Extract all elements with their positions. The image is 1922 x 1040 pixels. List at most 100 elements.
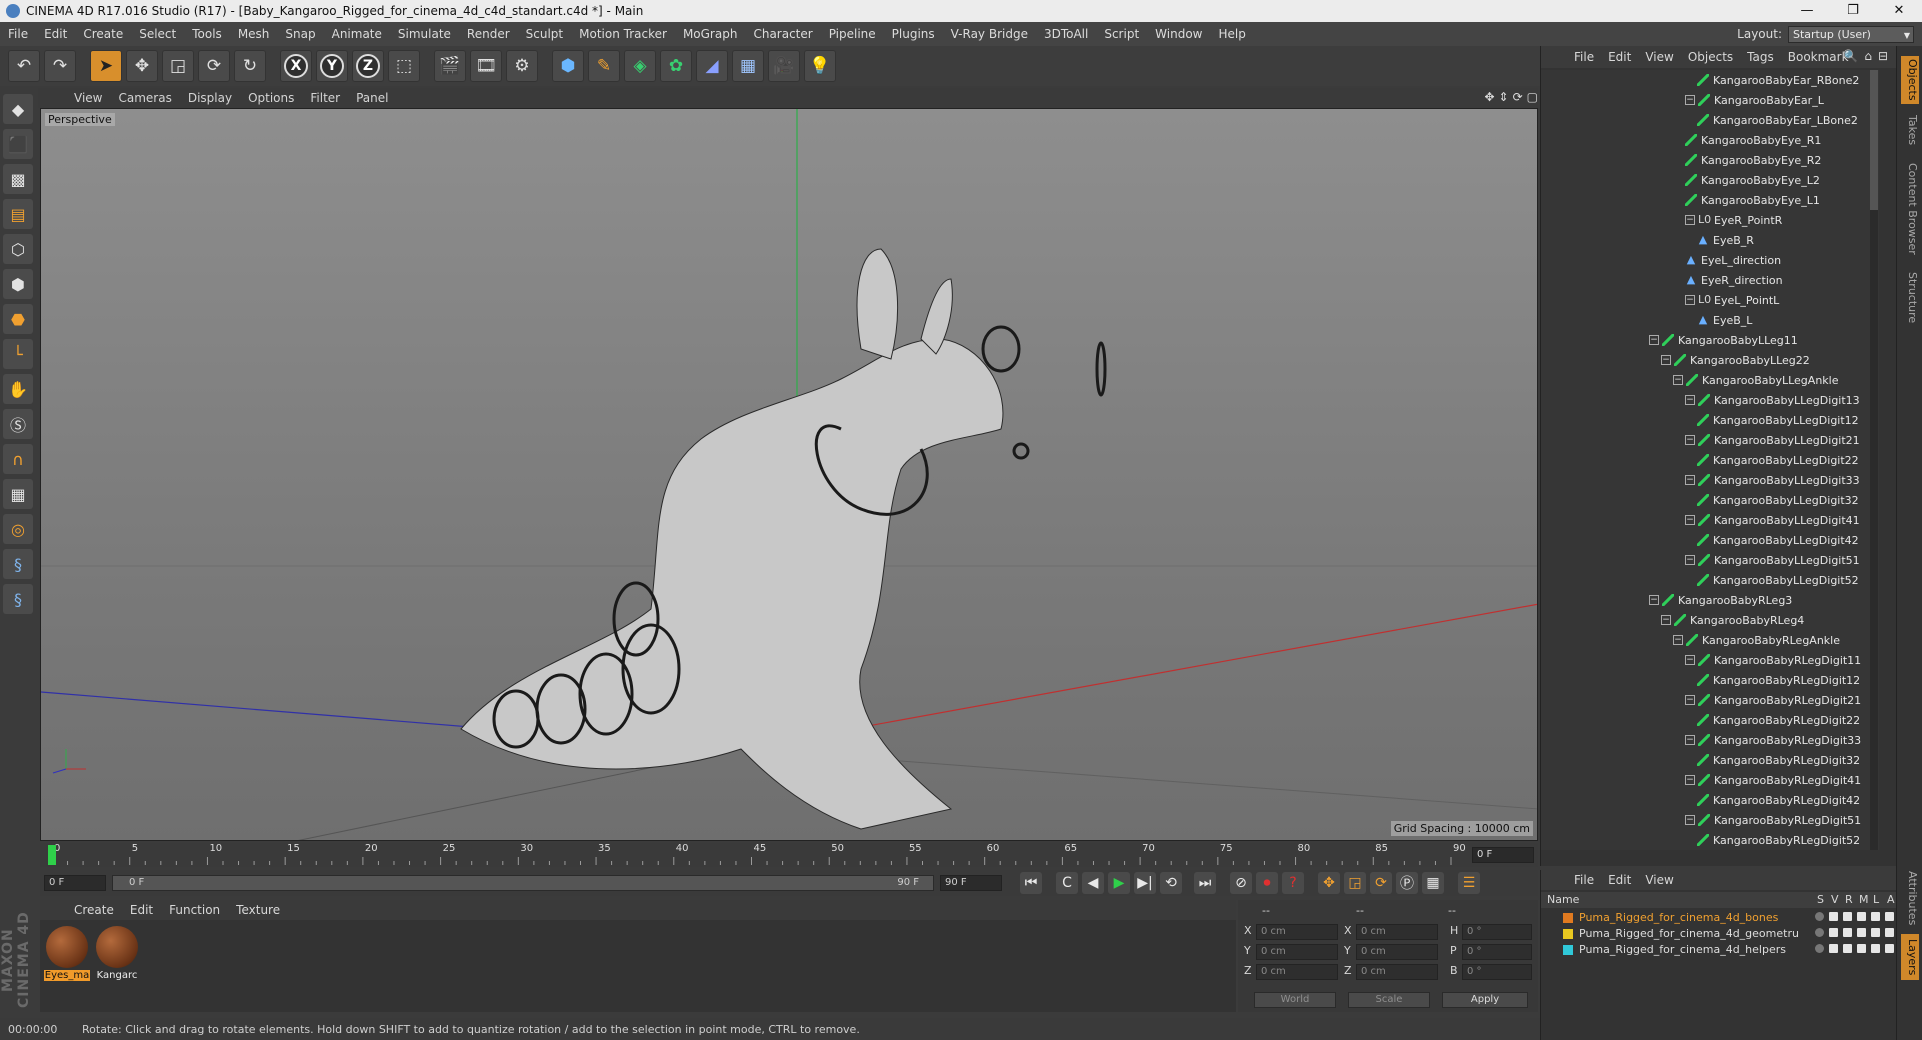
maximize-button[interactable]: ❐ <box>1830 0 1876 22</box>
viewport-perspective[interactable]: Perspective Grid Spacing : 10000 cm <box>40 108 1538 841</box>
object-tree-scrollbar[interactable] <box>1870 70 1878 850</box>
record-icon[interactable]: ⏺ <box>1256 872 1278 894</box>
orbit-view-icon[interactable]: ⟳ <box>1513 90 1523 104</box>
layer-menu-view[interactable]: View <box>1638 873 1680 887</box>
tree-item[interactable]: − KangarooBabyRLegDigit51 <box>1685 810 1861 830</box>
workplane-mode-icon[interactable]: ▤ <box>3 199 33 229</box>
key-position-icon[interactable]: ✥ <box>1318 872 1340 894</box>
menu-mesh[interactable]: Mesh <box>230 22 278 46</box>
magnet-icon[interactable]: ∩ <box>3 444 33 474</box>
playhead-marker[interactable] <box>48 845 56 865</box>
timeline-ruler[interactable]: 0 5 10 15 20 25 30 35 40 45 50 55 60 65 70 75 80 85 90 0 F <box>40 843 1538 867</box>
move-icon[interactable]: ✥ <box>126 50 158 82</box>
layer-row[interactable]: Puma_Rigged_for_cinema_4d_helpers <box>1541 942 1897 957</box>
expand-toggle-icon[interactable]: − <box>1685 435 1695 445</box>
rotate-alt-icon[interactable]: ↻ <box>234 50 266 82</box>
step-back-icon[interactable]: ◀ <box>1082 872 1104 894</box>
tree-item[interactable]: KangarooBabyRLegDigit12 <box>1697 670 1860 690</box>
menu-script[interactable]: Script <box>1096 22 1147 46</box>
expand-toggle-icon[interactable]: − <box>1685 695 1695 705</box>
rotation-field[interactable]: 0 ° <box>1462 964 1532 980</box>
tree-item[interactable]: ▲ EyeB_R <box>1697 230 1754 250</box>
pan-view-icon[interactable]: ✥ <box>1484 90 1494 104</box>
menu-mograph[interactable]: MoGraph <box>675 22 746 46</box>
tree-item[interactable]: KangarooBabyLLegDigit32 <box>1697 490 1859 510</box>
go-to-start-icon[interactable]: ⏮ <box>1020 872 1042 894</box>
tree-item[interactable]: KangarooBabyEye_R2 <box>1685 150 1821 170</box>
expand-toggle-icon[interactable]: − <box>1649 335 1659 345</box>
select-arrow-icon[interactable]: ➤ <box>90 50 122 82</box>
render-settings-icon[interactable]: ⚙ <box>506 50 538 82</box>
camera-icon[interactable]: 🎥 <box>768 50 800 82</box>
tree-item[interactable]: KangarooBabyEye_L2 <box>1685 170 1820 190</box>
tree-item[interactable]: − KangarooBabyLLeg11 <box>1649 330 1798 350</box>
y-axis-icon[interactable]: Y <box>316 50 348 82</box>
soft-selection-icon[interactable]: ◎ <box>3 514 33 544</box>
key-pla-icon[interactable]: ▦ <box>1422 872 1444 894</box>
expand-toggle-icon[interactable]: − <box>1661 615 1671 625</box>
tree-item[interactable]: KangarooBabyRLegDigit22 <box>1697 710 1860 730</box>
tab-layers[interactable]: Layers <box>1901 934 1919 980</box>
light-icon[interactable]: 💡 <box>804 50 836 82</box>
menu-sculpt[interactable]: Sculpt <box>518 22 571 46</box>
snap-icon[interactable]: Ⓢ <box>3 409 33 439</box>
step-forward-icon[interactable]: ▶| <box>1134 872 1156 894</box>
layer-row[interactable]: Puma_Rigged_for_cinema_4d_geometru <box>1541 926 1897 941</box>
menu-window[interactable]: Window <box>1147 22 1210 46</box>
tweak-mode-icon[interactable]: ✋ <box>3 374 33 404</box>
layer-toggle-icon[interactable] <box>1843 944 1852 953</box>
tree-item[interactable]: − KangarooBabyLLegAnkle <box>1673 370 1838 390</box>
expand-toggle-icon[interactable]: − <box>1673 375 1683 385</box>
layer-toggle-icon[interactable] <box>1857 928 1866 937</box>
size-field[interactable]: 0 cm <box>1356 964 1438 980</box>
size-field[interactable]: 0 cm <box>1356 924 1438 940</box>
tree-item[interactable]: − L0 EyeR_PointR <box>1685 210 1782 230</box>
tree-item[interactable]: − KangarooBabyLLegDigit41 <box>1685 510 1860 530</box>
tree-item[interactable]: − KangarooBabyRLeg3 <box>1649 590 1792 610</box>
menu-simulate[interactable]: Simulate <box>390 22 459 46</box>
python-icon[interactable]: § <box>3 549 33 579</box>
toggle-layout-icon[interactable]: ▢ <box>1527 90 1538 104</box>
x-axis-icon[interactable]: X <box>280 50 312 82</box>
position-field[interactable]: 0 cm <box>1256 924 1338 940</box>
close-button[interactable]: ✕ <box>1876 0 1922 22</box>
loop-icon[interactable]: C <box>1056 872 1078 894</box>
menu-plugins[interactable]: Plugins <box>884 22 943 46</box>
object-menu-file[interactable]: File <box>1567 50 1601 64</box>
menu-character[interactable]: Character <box>745 22 820 46</box>
z-axis-icon[interactable]: Z <box>352 50 384 82</box>
key-scale-icon[interactable]: ◲ <box>1344 872 1366 894</box>
material-menu-create[interactable]: Create <box>66 903 122 917</box>
layer-toggle-icon[interactable] <box>1871 928 1880 937</box>
viewport-menu-view[interactable]: View <box>66 91 110 105</box>
apply-button[interactable]: Apply <box>1442 992 1528 1008</box>
size-field[interactable]: 0 cm <box>1356 944 1438 960</box>
tab-content-browser[interactable]: Content Browser <box>1901 154 1919 264</box>
tree-item[interactable]: − KangarooBabyLLegDigit21 <box>1685 430 1860 450</box>
object-menu-view[interactable]: View <box>1638 50 1680 64</box>
search-icon[interactable]: 🔍 <box>1843 49 1858 63</box>
preview-range-slider[interactable]: 0 F 90 F <box>112 875 934 891</box>
rotate-icon[interactable]: ⟳ <box>198 50 230 82</box>
menu-edit[interactable]: Edit <box>36 22 75 46</box>
object-menu-tags[interactable]: Tags <box>1740 50 1781 64</box>
layer-toggle-icon[interactable] <box>1857 944 1866 953</box>
viewport-menu-options[interactable]: Options <box>240 91 302 105</box>
layer-toggle-icon[interactable] <box>1871 912 1880 921</box>
layer-toggle-icon[interactable] <box>1829 928 1838 937</box>
viewport-menu-cameras[interactable]: Cameras <box>110 91 179 105</box>
end-frame-field[interactable]: 90 F <box>940 875 1002 891</box>
tab-takes[interactable]: Takes <box>1901 110 1919 150</box>
tree-item[interactable]: KangarooBabyEye_L1 <box>1685 190 1820 210</box>
menu-animate[interactable]: Animate <box>324 22 390 46</box>
expand-toggle-icon[interactable]: − <box>1685 95 1695 105</box>
expand-toggle-icon[interactable]: − <box>1673 635 1683 645</box>
tree-item[interactable]: − KangarooBabyRLegDigit21 <box>1685 690 1861 710</box>
tree-item[interactable]: − KangarooBabyEar_L <box>1685 90 1824 110</box>
tree-item[interactable]: KangarooBabyLLegDigit22 <box>1697 450 1859 470</box>
tree-item[interactable]: KangarooBabyEar_LBone2 <box>1697 110 1858 130</box>
tree-item[interactable]: KangarooBabyEar_RBone2 <box>1697 70 1859 90</box>
object-menu-objects[interactable]: Objects <box>1681 50 1740 64</box>
expand-toggle-icon[interactable]: − <box>1685 555 1695 565</box>
menu-render[interactable]: Render <box>459 22 518 46</box>
